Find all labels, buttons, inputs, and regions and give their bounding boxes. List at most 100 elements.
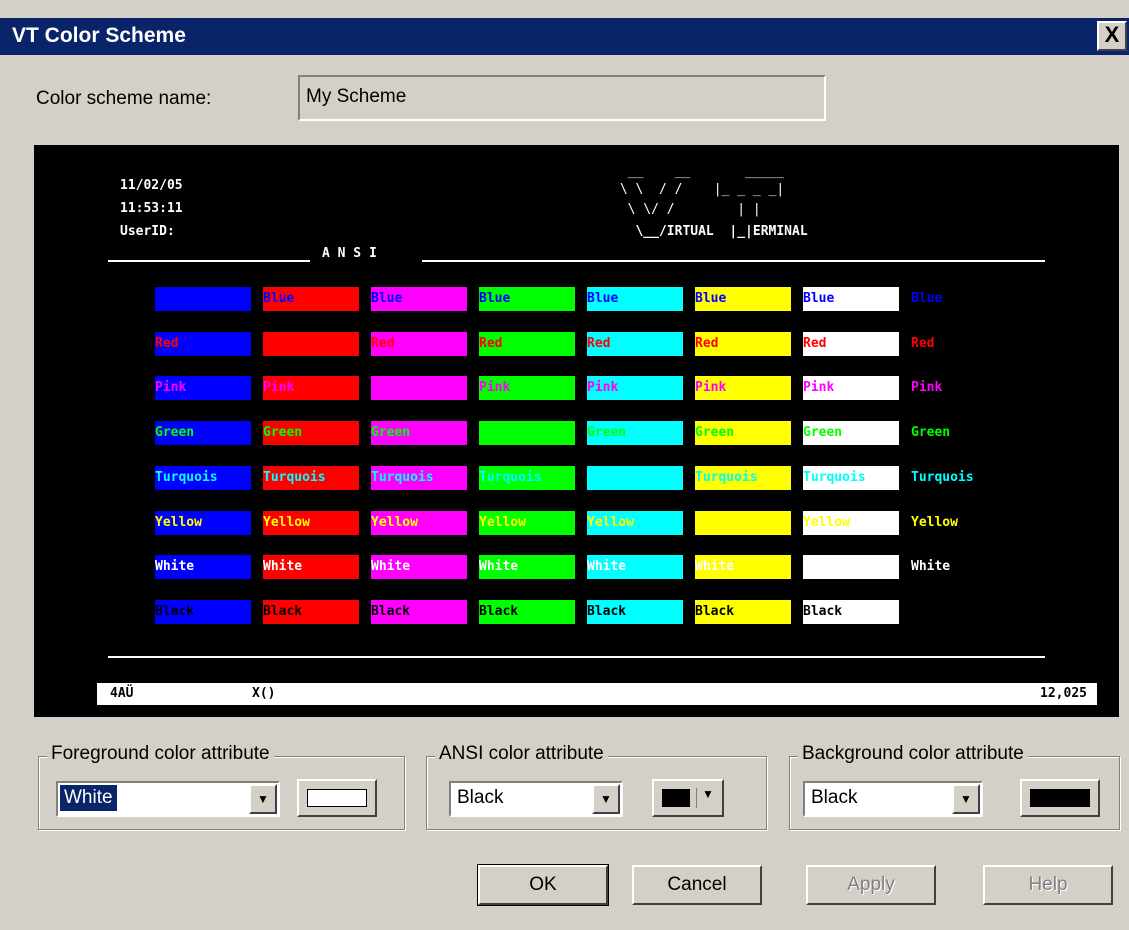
color-cell <box>155 287 251 311</box>
color-cell <box>803 555 899 580</box>
scheme-name-label: Color scheme name: <box>36 88 212 109</box>
terminal-status-bar: 4AÜ X() 12,025 <box>97 683 1097 705</box>
status-right: 12,025 <box>1040 686 1087 701</box>
color-cell: Turquois <box>479 465 575 490</box>
color-cell: Green <box>371 421 467 446</box>
color-cell: Turquois <box>263 465 359 490</box>
ansi-rule-right <box>422 260 1045 262</box>
color-cell: Black <box>695 599 791 624</box>
color-cell: Green <box>803 421 899 446</box>
color-cell: Blue <box>479 287 575 311</box>
color-cell: Yellow <box>263 510 359 535</box>
color-cell: Blue <box>803 287 899 311</box>
color-cell: White <box>587 555 683 580</box>
color-cell: Yellow <box>911 510 1007 535</box>
color-cell: Green <box>911 421 1007 446</box>
color-cell: Yellow <box>155 510 251 535</box>
ansi-color-select[interactable]: Black ▼ <box>449 781 623 817</box>
color-cell: Blue <box>371 287 467 311</box>
cancel-button[interactable]: Cancel <box>632 865 762 905</box>
terminal-preview: 11/02/05 11:53:11 UserID: __ __ _____ \ … <box>34 145 1119 717</box>
color-cell <box>263 331 359 356</box>
color-cell: Yellow <box>479 510 575 535</box>
background-swatch-button[interactable] <box>1020 779 1100 817</box>
vt-color-scheme-dialog: VT Color Scheme X Color scheme name: My … <box>0 0 1129 930</box>
preview-date: 11/02/05 <box>120 178 183 193</box>
color-cell: Turquois <box>155 465 251 490</box>
color-cell: White <box>371 555 467 580</box>
color-cell: Blue <box>911 287 1007 311</box>
color-cell <box>587 465 683 490</box>
color-cell: Black <box>479 599 575 624</box>
logo-line-4: \__/IRTUAL |_|ERMINAL <box>612 224 808 239</box>
background-color-select[interactable]: Black ▼ <box>803 781 983 817</box>
chevron-down-icon[interactable]: ▼ <box>952 784 980 814</box>
color-cell: Blue <box>263 287 359 311</box>
chevron-down-icon[interactable]: ▼ <box>592 784 620 814</box>
foreground-group-title: Foreground color attribute <box>47 743 274 765</box>
color-cell <box>371 376 467 401</box>
logo-line-2: \ \ / / |_ _ _ _| <box>612 182 785 197</box>
foreground-swatch-button[interactable] <box>297 779 377 817</box>
color-cell: White <box>479 555 575 580</box>
ansi-swatch-button[interactable]: ▼ <box>652 779 724 817</box>
ansi-group-title: ANSI color attribute <box>435 743 608 765</box>
color-cell: Pink <box>587 376 683 401</box>
color-cell: Red <box>587 331 683 356</box>
title-bar: VT Color Scheme X <box>0 18 1129 55</box>
color-cell: Red <box>695 331 791 356</box>
chevron-down-icon: ▼ <box>702 787 714 801</box>
status-left: 4AÜ <box>110 686 134 701</box>
color-cell: Red <box>803 331 899 356</box>
color-cell: Pink <box>479 376 575 401</box>
foreground-swatch <box>307 789 367 807</box>
color-cell: Green <box>155 421 251 446</box>
scheme-name-field[interactable]: My Scheme <box>298 75 826 121</box>
background-group: Background color attribute Black ▼ <box>789 743 1120 830</box>
color-cell: White <box>155 555 251 580</box>
color-cell: White <box>695 555 791 580</box>
preview-time: 11:53:11 <box>120 201 183 216</box>
foreground-color-select[interactable]: White ▼ <box>56 781 280 817</box>
close-button[interactable]: X <box>1097 21 1127 51</box>
window-title: VT Color Scheme <box>12 24 186 47</box>
color-cell: Turquois <box>911 465 1007 490</box>
foreground-selected-value: White <box>60 785 117 811</box>
help-button[interactable]: Help <box>983 865 1113 905</box>
color-cell: Blue <box>587 287 683 311</box>
background-group-title: Background color attribute <box>798 743 1028 765</box>
color-cell: Black <box>155 599 251 624</box>
apply-button[interactable]: Apply <box>806 865 936 905</box>
color-cell: White <box>911 555 1007 580</box>
color-cell: Green <box>695 421 791 446</box>
foreground-group: Foreground color attribute White ▼ <box>38 743 405 830</box>
background-swatch <box>1030 789 1090 807</box>
ansi-swatch <box>662 789 690 807</box>
background-selected-value: Black <box>811 787 858 808</box>
color-cell: Yellow <box>587 510 683 535</box>
color-cell: White <box>263 555 359 580</box>
color-cell <box>479 421 575 446</box>
color-cell: Turquois <box>695 465 791 490</box>
logo-line-3: \ \/ / | | <box>612 202 761 217</box>
color-cell: Pink <box>695 376 791 401</box>
preview-user-label: UserID: <box>120 224 175 239</box>
color-cell: Yellow <box>803 510 899 535</box>
color-cell <box>695 510 791 535</box>
color-cell: Pink <box>803 376 899 401</box>
color-cell: Red <box>371 331 467 356</box>
color-cell: Black <box>803 599 899 624</box>
ansi-group: ANSI color attribute Black ▼ ▼ <box>426 743 767 830</box>
color-cell: Green <box>263 421 359 446</box>
color-cell: Green <box>587 421 683 446</box>
chevron-down-icon[interactable]: ▼ <box>249 784 277 814</box>
color-cell: Pink <box>263 376 359 401</box>
ansi-section-label: A N S I <box>322 246 377 261</box>
color-cell: Blue <box>695 287 791 311</box>
color-cell: Turquois <box>371 465 467 490</box>
ansi-selected-value: Black <box>457 787 504 808</box>
color-cell: Red <box>911 331 1007 356</box>
bottom-rule <box>108 656 1045 658</box>
color-cell: Black <box>263 599 359 624</box>
ok-button[interactable]: OK <box>477 864 609 906</box>
